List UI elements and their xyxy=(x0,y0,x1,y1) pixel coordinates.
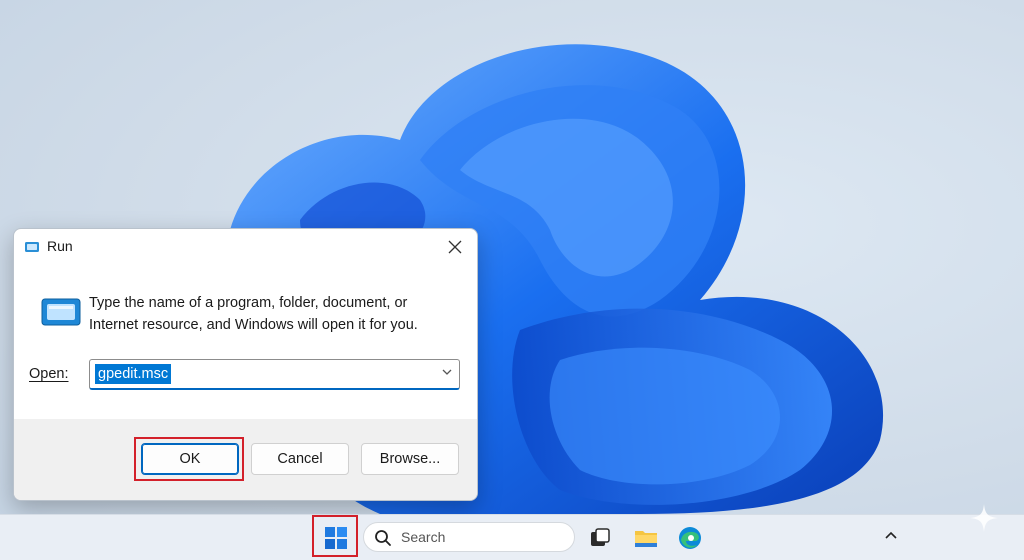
chevron-up-icon[interactable] xyxy=(882,527,900,545)
task-view-icon[interactable] xyxy=(586,524,614,552)
browse-button[interactable]: Browse... xyxy=(361,443,459,475)
search-icon xyxy=(375,530,391,546)
close-icon xyxy=(448,240,462,254)
close-button[interactable] xyxy=(433,229,477,265)
taskbar-search[interactable]: Search xyxy=(363,522,575,552)
cancel-button[interactable]: Cancel xyxy=(251,443,349,475)
taskbar: Search xyxy=(0,514,1024,560)
dialog-title: Run xyxy=(47,238,73,254)
description-line: Internet resource, and Windows will open… xyxy=(89,317,418,333)
start-highlight-box xyxy=(312,515,358,557)
open-combobox[interactable]: gpedit.msc xyxy=(89,359,460,390)
run-dialog: Run Type the name of a program, folder, … xyxy=(13,228,478,501)
description-line: Type the name of a program, folder, docu… xyxy=(89,295,408,311)
program-icon xyxy=(41,298,81,326)
run-icon xyxy=(25,242,39,252)
chevron-down-icon[interactable] xyxy=(441,366,453,378)
file-explorer-icon[interactable] xyxy=(632,524,660,552)
open-label: Open: xyxy=(29,366,69,382)
sparkle-icon xyxy=(970,504,998,532)
titlebar[interactable]: Run xyxy=(14,229,477,265)
ok-highlight-box xyxy=(134,437,244,481)
dialog-footer: OK Cancel Browse... xyxy=(14,419,477,500)
open-input-value[interactable]: gpedit.msc xyxy=(95,364,172,384)
edge-icon[interactable] xyxy=(676,524,704,552)
dialog-description: Type the name of a program, folder, docu… xyxy=(89,292,449,336)
search-placeholder: Search xyxy=(401,529,446,545)
